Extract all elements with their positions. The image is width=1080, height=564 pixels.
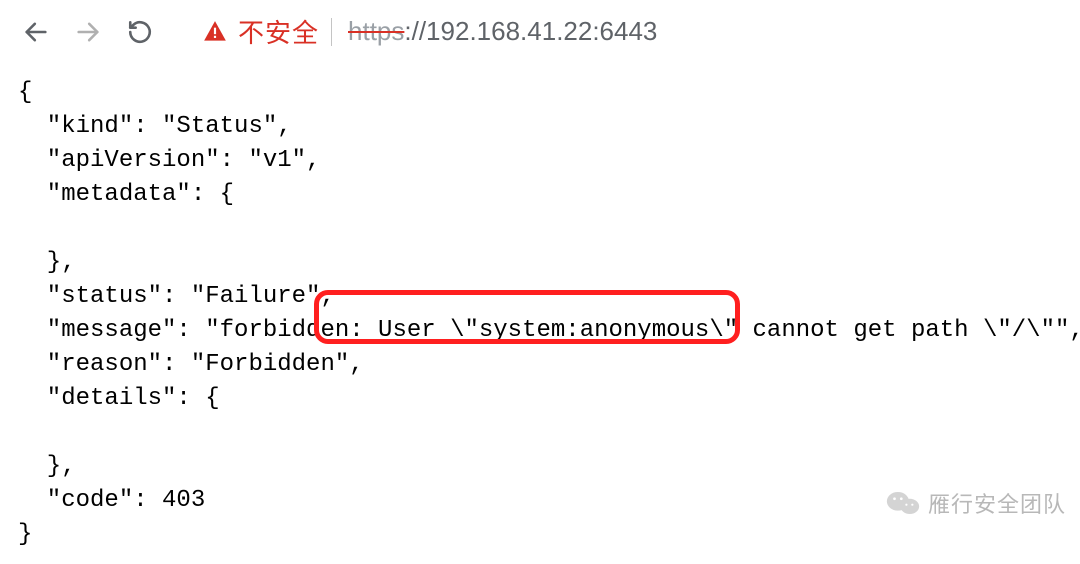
json-line: { [18, 76, 1062, 110]
address-bar[interactable]: 不安全 https://192.168.41.22:6443 [188, 10, 1066, 54]
json-line: "reason": "Forbidden", [18, 348, 1062, 382]
json-line: "metadata": { [18, 178, 1062, 212]
wechat-icon [886, 489, 920, 517]
addr-divider [331, 18, 332, 46]
browser-toolbar: 不安全 https://192.168.41.22:6443 [0, 0, 1080, 64]
json-line [18, 212, 1062, 246]
warning-icon [202, 19, 228, 45]
json-line: }, [18, 246, 1062, 280]
watermark-text: 雁行安全团队 [928, 487, 1066, 519]
json-line: "kind": "Status", [18, 110, 1062, 144]
reload-icon [127, 19, 153, 45]
json-line: "apiVersion": "v1", [18, 144, 1062, 178]
back-button[interactable] [14, 10, 58, 54]
reload-button[interactable] [118, 10, 162, 54]
not-secure-label: 不安全 [238, 13, 319, 50]
json-line: "message": "forbidden: User \"system:ano… [18, 314, 1062, 348]
url-display: https://192.168.41.22:6443 [348, 16, 657, 47]
forward-button[interactable] [66, 10, 110, 54]
json-line: "details": { [18, 382, 1062, 416]
json-line: }, [18, 450, 1062, 484]
arrow-left-icon [22, 18, 50, 46]
watermark: 雁行安全团队 [886, 487, 1066, 519]
json-line: } [18, 518, 1062, 552]
url-rest: ://192.168.41.22:6443 [404, 16, 657, 46]
url-scheme: https [348, 16, 404, 46]
json-line: "status": "Failure", [18, 280, 1062, 314]
json-line [18, 416, 1062, 450]
arrow-right-icon [74, 18, 102, 46]
